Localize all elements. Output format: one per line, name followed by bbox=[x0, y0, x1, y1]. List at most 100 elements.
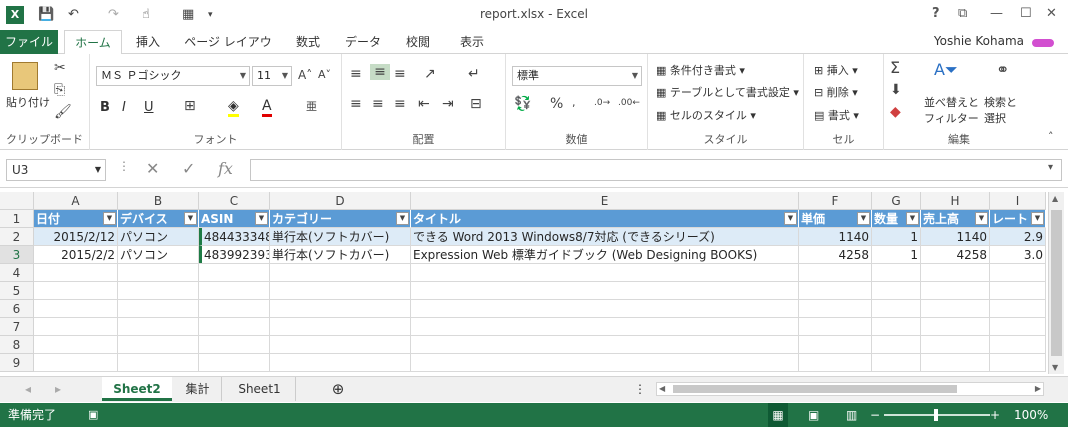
sheet-tab-summary[interactable]: 集計 bbox=[174, 377, 222, 401]
user-name[interactable]: Yoshie Kohama bbox=[934, 34, 1024, 48]
column-header[interactable]: C bbox=[199, 192, 270, 210]
empty-cell[interactable] bbox=[199, 354, 270, 372]
table-cell[interactable]: パソコン bbox=[118, 228, 199, 246]
empty-cell[interactable] bbox=[34, 354, 118, 372]
cut-icon[interactable]: ✂ bbox=[54, 60, 66, 76]
empty-cell[interactable] bbox=[990, 264, 1046, 282]
table-header-cell[interactable]: レート ▼ bbox=[990, 210, 1046, 228]
filter-dropdown-icon[interactable]: ▼ bbox=[396, 212, 409, 225]
conditional-format-button[interactable]: ▦ 条件付き書式 ▾ bbox=[656, 62, 745, 78]
empty-cell[interactable] bbox=[799, 336, 872, 354]
column-header[interactable]: F bbox=[799, 192, 872, 210]
empty-cell[interactable] bbox=[34, 282, 118, 300]
empty-cell[interactable] bbox=[411, 282, 799, 300]
sheet-tab-sheet1[interactable]: Sheet1 bbox=[224, 377, 296, 401]
filter-dropdown-icon[interactable]: ▼ bbox=[857, 212, 870, 225]
autosum-icon[interactable]: Σ bbox=[890, 58, 900, 77]
empty-cell[interactable] bbox=[411, 246, 799, 264]
column-header[interactable]: I bbox=[990, 192, 1046, 210]
zoom-out-icon[interactable]: − bbox=[870, 403, 880, 427]
page-break-view-icon[interactable]: ▥ bbox=[846, 403, 857, 427]
align-right-icon[interactable]: ≡ bbox=[394, 96, 406, 112]
table-cell[interactable]: 4844333488 bbox=[199, 228, 270, 246]
filter-dropdown-icon[interactable]: ▼ bbox=[255, 212, 268, 225]
tab-page-layout[interactable]: ページ レイアウト bbox=[180, 30, 276, 73]
table-cell[interactable]: できる Word 2013 Windows8/7対応 (できるシリーズ) bbox=[411, 228, 799, 246]
tab-home[interactable]: ホーム bbox=[64, 30, 122, 55]
format-cells-button[interactable]: ▤ 書式 ▾ bbox=[814, 107, 859, 123]
empty-cell[interactable] bbox=[799, 300, 872, 318]
empty-cell[interactable] bbox=[921, 336, 990, 354]
wrap-text-icon[interactable]: ↵ bbox=[468, 66, 480, 82]
fill-icon[interactable]: ⬇ bbox=[890, 82, 902, 98]
scroll-down-icon[interactable]: ▼ bbox=[1052, 363, 1058, 372]
scroll-up-icon[interactable]: ▲ bbox=[1052, 194, 1058, 203]
close-button[interactable]: ✕ bbox=[1046, 6, 1057, 21]
table-cell[interactable]: 1140 bbox=[799, 228, 872, 246]
empty-cell[interactable] bbox=[118, 354, 199, 372]
empty-cell[interactable] bbox=[270, 336, 411, 354]
filter-dropdown-icon[interactable]: ▼ bbox=[1031, 212, 1044, 225]
empty-cell[interactable] bbox=[270, 264, 411, 282]
insert-cells-button[interactable]: ⊞ 挿入 ▾ bbox=[814, 62, 858, 78]
clear-icon[interactable]: ◆ bbox=[890, 104, 901, 120]
scroll-left-icon[interactable]: ◀ bbox=[659, 384, 665, 393]
table-header-cell[interactable]: デバイス ▼ bbox=[118, 210, 199, 228]
zoom-level[interactable]: 100% bbox=[1014, 403, 1048, 427]
font-color-icon[interactable]: A bbox=[262, 98, 272, 117]
collapse-ribbon-icon[interactable]: ˄ bbox=[1048, 130, 1054, 143]
row-header[interactable]: 5 bbox=[0, 282, 34, 300]
sort-filter-button[interactable]: 並べ替えと bbox=[924, 94, 979, 110]
empty-cell[interactable] bbox=[872, 318, 921, 336]
empty-cell[interactable] bbox=[270, 300, 411, 318]
increase-decimal-icon[interactable]: .0→ bbox=[594, 98, 610, 108]
increase-indent-icon[interactable]: ⇥ bbox=[442, 96, 454, 112]
format-as-table-button[interactable]: ▦ テーブルとして書式設定 ▾ bbox=[656, 84, 799, 100]
table-cell[interactable]: 2.9 bbox=[990, 228, 1046, 246]
empty-cell[interactable] bbox=[199, 264, 270, 282]
empty-cell[interactable] bbox=[34, 264, 118, 282]
row-header[interactable]: 7 bbox=[0, 318, 34, 336]
empty-cell[interactable] bbox=[270, 246, 411, 264]
empty-cell[interactable] bbox=[872, 300, 921, 318]
sheet-tab-sheet2[interactable]: Sheet2 bbox=[102, 377, 172, 401]
decrease-decimal-icon[interactable]: .00← bbox=[618, 98, 640, 108]
comma-icon[interactable]: , bbox=[572, 96, 576, 109]
empty-cell[interactable] bbox=[799, 318, 872, 336]
insert-function-icon[interactable]: fx bbox=[218, 159, 233, 178]
fill-color-icon[interactable]: ◈ bbox=[228, 98, 239, 117]
table-header-cell[interactable]: 日付 ▼ bbox=[34, 210, 118, 228]
empty-cell[interactable] bbox=[990, 336, 1046, 354]
row-header[interactable]: 9 bbox=[0, 354, 34, 372]
empty-cell[interactable] bbox=[411, 336, 799, 354]
table-cell[interactable]: 1 bbox=[872, 228, 921, 246]
row-header[interactable]: 6 bbox=[0, 300, 34, 318]
column-header[interactable]: H bbox=[921, 192, 990, 210]
merge-center-icon[interactable]: ⊟ bbox=[470, 96, 482, 112]
empty-cell[interactable] bbox=[799, 282, 872, 300]
bold-button[interactable]: B bbox=[100, 100, 110, 115]
empty-cell[interactable] bbox=[799, 354, 872, 372]
empty-cell[interactable] bbox=[270, 282, 411, 300]
empty-cell[interactable] bbox=[921, 282, 990, 300]
h-scroll-thumb[interactable] bbox=[673, 385, 957, 393]
table-cell[interactable]: 単行本(ソフトカバー) bbox=[270, 228, 411, 246]
empty-cell[interactable] bbox=[411, 354, 799, 372]
align-left-icon[interactable]: ≡ bbox=[350, 96, 362, 112]
paste-button[interactable]: 貼り付け bbox=[6, 94, 50, 110]
table-header-cell[interactable]: 売上高 ▼ bbox=[921, 210, 990, 228]
accounting-format-icon[interactable]: 💱 bbox=[514, 96, 531, 112]
tab-file[interactable]: ファイル bbox=[0, 30, 58, 54]
row-header[interactable]: 3 bbox=[0, 246, 34, 264]
empty-cell[interactable] bbox=[990, 282, 1046, 300]
empty-cell[interactable] bbox=[199, 246, 270, 264]
underline-button[interactable]: U bbox=[144, 100, 154, 115]
empty-cell[interactable] bbox=[270, 354, 411, 372]
empty-cell[interactable] bbox=[921, 300, 990, 318]
table-header-cell[interactable]: ASIN ▼ bbox=[199, 210, 270, 228]
cancel-entry-icon[interactable]: ✕ bbox=[146, 159, 159, 178]
empty-cell[interactable] bbox=[199, 336, 270, 354]
empty-cell[interactable] bbox=[199, 318, 270, 336]
empty-cell[interactable] bbox=[990, 354, 1046, 372]
empty-cell[interactable] bbox=[411, 318, 799, 336]
